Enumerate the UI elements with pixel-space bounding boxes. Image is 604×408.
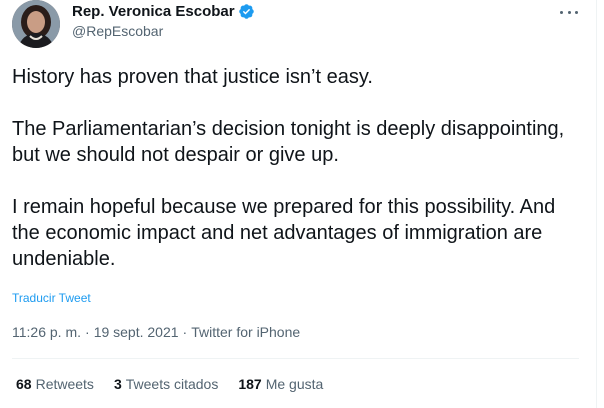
meta-separator: · [85,324,90,340]
tweet-stats: 68 Retweets 3 Tweets citados 187 Me gust… [16,376,343,392]
verified-badge-icon [238,4,254,19]
stat-label: Me gusta [265,376,324,392]
more-horizontal-icon[interactable] [560,6,578,18]
translate-tweet-link[interactable]: Traducir Tweet [12,291,91,305]
stat-count: 3 [113,376,122,392]
tweet-time[interactable]: 11:26 p. m. [12,324,81,340]
likes-stat[interactable]: 187 Me gusta [238,376,323,392]
retweets-stat[interactable]: 68 Retweets [16,376,94,392]
author-row: Rep. Veronica Escobar [72,3,255,20]
avatar-image [12,0,60,48]
author-handle[interactable]: @RepEscobar [72,23,163,39]
tweet-paragraph: The Parliamentarian’s decision tonight i… [12,118,565,166]
tweet-date[interactable]: 19 sept. 2021 [94,324,179,340]
meta-separator: · [182,324,188,340]
tweet-meta: 11:26 p. m. · 19 sept. 2021 · Twitter fo… [12,324,300,340]
stat-label: Tweets citados [125,376,219,392]
tweet-paragraph: I remain hopeful because we prepared for… [12,196,556,270]
avatar[interactable] [12,0,60,48]
tweet-text: History has proven that justice isn’t ea… [12,64,582,272]
stat-count: 68 [16,376,32,392]
tweet-paragraph: History has proven that justice isn’t ea… [12,66,373,88]
more-dot [560,10,563,14]
more-dot [575,10,578,14]
tweet-card: Rep. Veronica Escobar @RepEscobar Histor… [0,0,604,408]
stat-count: 187 [238,376,262,392]
more-dot [567,10,571,14]
stat-label: Retweets [35,376,94,392]
quote-tweets-stat[interactable]: 3 Tweets citados [114,376,218,392]
divider [12,358,579,359]
author-name[interactable]: Rep. Veronica Escobar [72,3,235,20]
tweet-source[interactable]: Twitter for iPhone [191,324,300,340]
card-border [596,0,597,408]
